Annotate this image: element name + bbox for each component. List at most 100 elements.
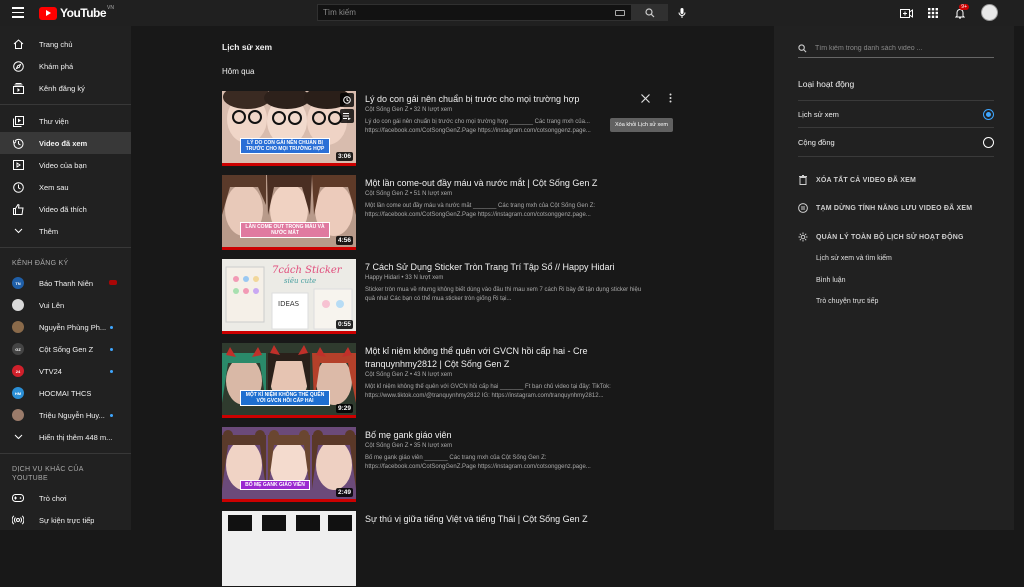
link-watch-and-search-history[interactable]: Lịch sử xem và tìm kiếm (816, 255, 892, 262)
radio-button-checked[interactable] (983, 108, 994, 120)
more-actions-button[interactable] (664, 92, 676, 104)
video-meta[interactable]: Cột Sống Gen Z • 43 N lượt xem (365, 372, 655, 378)
radio-label: Cộng đồng (798, 137, 835, 147)
video-title[interactable]: 7 Cách Sử Dụng Sticker Tròn Trang Trí Tậ… (365, 261, 655, 274)
video-duration: 9:29 (335, 404, 353, 413)
channel-name: Triệu Nguyễn Huy... (39, 410, 105, 420)
video-thumbnail[interactable] (222, 511, 356, 586)
video-title[interactable]: Bố mẹ gank giáo viên (365, 429, 655, 442)
video-thumbnail[interactable]: LẦN COME OUT TRONG MÁU VÀ NƯỚC MẮT 4:56 (222, 175, 356, 250)
video-thumbnail[interactable]: LÝ DO CON GÁI NÊN CHUẨN BỊ TRƯỚC CHO MỌI… (222, 91, 356, 166)
sidebar-item-watch-later[interactable]: Xem sau (0, 176, 131, 198)
remove-from-history-button[interactable] (639, 92, 651, 104)
search-box[interactable] (317, 4, 632, 21)
sidebar-item-label: Video của bạn (39, 160, 87, 170)
video-row: BỐ MẸ GANK GIÁO VIÊN 2:49 Bố mẹ gank giá… (222, 427, 662, 503)
date-section-heading: Hôm qua (222, 67, 255, 76)
radio-label: Lịch sử xem (798, 109, 839, 119)
video-thumbnail[interactable]: 7cách Sticker siêu cute IDEAS 0:55 (222, 259, 356, 334)
channel-avatar (12, 321, 24, 333)
subscriptions-icon (12, 82, 24, 94)
sidebar-item-home[interactable]: Trang chủ (0, 33, 131, 55)
sidebar-item-label: Video đã thích (39, 204, 87, 214)
voice-search-button[interactable] (674, 5, 690, 21)
menu-button[interactable] (12, 7, 24, 19)
sidebar-item-explore[interactable]: Khám phá (0, 55, 131, 77)
search-input[interactable] (318, 8, 608, 17)
video-title[interactable]: Lý do con gái nên chuẩn bị trước cho mọi… (365, 93, 655, 106)
video-title[interactable]: Một lần come-out đầy máu và nước mắt | C… (365, 177, 655, 190)
new-content-dot (110, 414, 113, 417)
show-more-subscriptions[interactable]: Hiển thị thêm 448 m... (0, 426, 131, 448)
sidebar-item-more[interactable]: Thêm (0, 220, 131, 242)
radio-community[interactable]: Cộng đồng (798, 133, 994, 151)
library-icon (12, 115, 24, 127)
channel-avatar (12, 299, 24, 311)
gear-icon (798, 232, 808, 242)
watch-progress-bar (222, 499, 356, 502)
channel-name: Vui Lên (39, 300, 65, 310)
video-title[interactable]: Sự thú vị giữa tiếng Việt và tiếng Thái … (365, 513, 655, 526)
video-meta[interactable]: Cột Sống Gen Z • 35 N lượt xem (365, 443, 655, 449)
keyboard-icon[interactable] (615, 10, 625, 16)
thumbnail-caption: LÝ DO CON GÁI NÊN CHUẨN BỊ TRƯỚC CHO MỌI… (240, 138, 330, 154)
subscription-item[interactable]: 24 VTV24 (0, 360, 131, 382)
sidebar-item-your-videos[interactable]: Video của bạn (0, 154, 131, 176)
remove-from-history-tooltip: Xóa khỏi Lịch sử xem (610, 118, 673, 132)
youtube-logo[interactable]: YouTube VN (39, 5, 114, 20)
sidebar-item-subscriptions[interactable]: Kênh đăng ký (0, 77, 131, 99)
channel-name: Cột Sống Gen Z (39, 344, 94, 354)
manage-all-activity-button[interactable]: QUẢN LÝ TOÀN BỘ LỊCH SỬ HOẠT ĐỘNG (798, 230, 964, 244)
video-meta[interactable]: Cột Sống Gen Z • 32 N lượt xem (365, 107, 655, 113)
sidebar-item-gaming[interactable]: Trò chơi (0, 487, 131, 509)
video-meta[interactable]: Happy Hidari • 33 N lượt xem (365, 275, 655, 281)
video-info: 7 Cách Sử Dụng Sticker Tròn Trang Trí Tậ… (365, 259, 655, 304)
subscription-item[interactable]: HM HOCMAI THCS (0, 382, 131, 404)
sidebar-item-label: Trò chơi (39, 493, 67, 503)
history-search-input[interactable] (815, 45, 985, 52)
clear-all-history-button[interactable]: XÓA TẤT CẢ VIDEO ĐÃ XEM (798, 173, 916, 187)
search-button[interactable] (632, 4, 668, 21)
video-thumbnail[interactable]: MỘT KỈ NIỆM KHÔNG THỂ QUÊN VỚI GVCN HỒI … (222, 343, 356, 418)
subscriptions-heading: KÊNH ĐĂNG KÝ (12, 260, 69, 267)
video-info: Một lần come-out đầy máu và nước mắt | C… (365, 175, 655, 220)
radio-button-unchecked[interactable] (983, 136, 994, 148)
action-label: XÓA TẤT CẢ VIDEO ĐÃ XEM (816, 176, 917, 184)
thumbnail-caption: BỐ MẸ GANK GIÁO VIÊN (240, 480, 310, 490)
account-avatar[interactable] (981, 4, 998, 21)
sidebar-item-liked-videos[interactable]: Video đã thích (0, 198, 131, 220)
svg-text:7cách Sticker: 7cách Sticker (272, 265, 343, 276)
subscription-item[interactable]: GZ Cột Sống Gen Z (0, 338, 131, 360)
page-scrollbar[interactable] (1014, 26, 1024, 530)
sidebar-item-live[interactable]: Sự kiện trực tiếp (0, 509, 131, 531)
radio-watch-history[interactable]: Lịch sử xem (798, 105, 994, 123)
subscription-item[interactable]: Vui Lên (0, 294, 131, 316)
history-search-box[interactable] (798, 40, 994, 58)
video-duration: 2:49 (335, 488, 353, 497)
watch-later-icon (12, 181, 24, 193)
video-meta[interactable]: Cột Sống Gen Z • 51 N lượt xem (365, 191, 655, 197)
subscription-item[interactable]: Nguyễn Phùng Ph... (0, 316, 131, 338)
video-thumbnail[interactable]: BỐ MẸ GANK GIÁO VIÊN 2:49 (222, 427, 356, 502)
subscription-item[interactable]: TN Báo Thanh Niên (0, 272, 131, 294)
youtube-logo-icon (39, 6, 57, 20)
description-line: Một lần come out đầy máu và nước mắt ___… (365, 203, 596, 209)
sidebar-item-label: Thêm (39, 226, 59, 236)
link-live-chat[interactable]: Trò chuyện trực tiếp (816, 298, 878, 305)
sidebar-item-label: Xem sau (39, 182, 69, 192)
link-comments[interactable]: Bình luận (816, 277, 846, 284)
video-title[interactable]: Một kỉ niệm không thể quên với GVCN hồi … (365, 345, 655, 371)
svg-text:IDEAS: IDEAS (278, 300, 300, 308)
channel-avatar: HM (12, 387, 24, 399)
sidebar-item-label: Thư viện (39, 116, 69, 126)
sidebar-item-library[interactable]: Thư viện (0, 110, 131, 132)
pause-history-button[interactable]: TẠM DỪNG TÍNH NĂNG LƯU VIDEO ĐÃ XEM (798, 201, 972, 215)
apps-button[interactable] (925, 5, 941, 21)
thumbnail-hover-actions (340, 93, 354, 123)
subscription-item[interactable]: Triệu Nguyễn Huy... (0, 404, 131, 426)
notifications-button[interactable]: 9+ (952, 4, 969, 21)
watch-later-icon[interactable] (340, 93, 354, 107)
sidebar-item-history[interactable]: Video đã xem (0, 132, 131, 154)
add-to-queue-icon[interactable] (340, 109, 354, 123)
create-button[interactable] (898, 5, 914, 21)
